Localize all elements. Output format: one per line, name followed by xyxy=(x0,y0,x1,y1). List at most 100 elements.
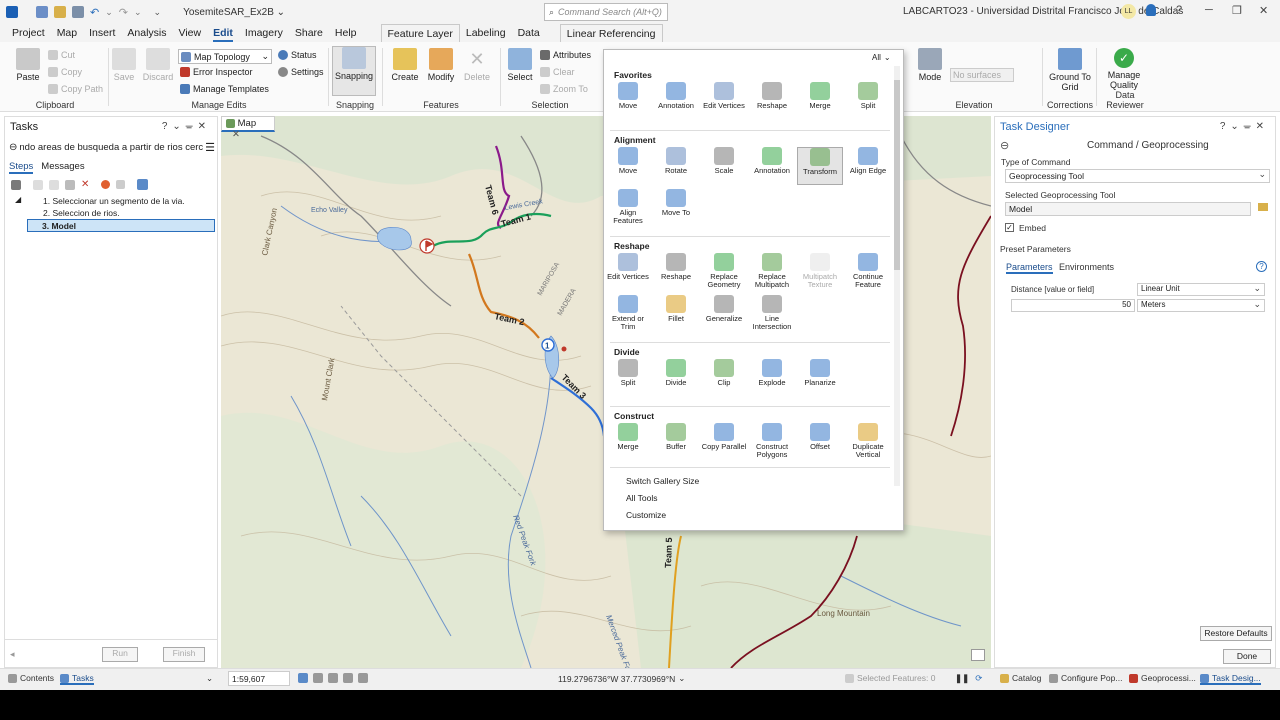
list-item[interactable]: 2. Seleccion de rios. xyxy=(9,207,215,219)
tab-analysis[interactable]: Analysis xyxy=(121,24,172,42)
gallery-scrollbar[interactable] xyxy=(894,66,900,486)
restore-defaults-button[interactable]: Restore Defaults xyxy=(1200,626,1272,641)
gallery-tool-multipatch-texture[interactable]: Multipatch Texture xyxy=(797,253,843,289)
gallery-tool-move[interactable]: Move xyxy=(605,147,651,175)
ground-to-grid-button[interactable]: Ground To Grid xyxy=(1048,48,1092,92)
gallery-tool-reshape[interactable]: Reshape xyxy=(749,82,795,110)
gallery-tool-edit-vertices[interactable]: Edit Vertices xyxy=(701,82,747,110)
unit-type-dropdown[interactable]: Linear Unit xyxy=(1137,283,1265,296)
gallery-tool-continue-feature[interactable]: Continue Feature xyxy=(845,253,891,289)
tab-imagery[interactable]: Imagery xyxy=(239,24,289,42)
catalog-tab[interactable]: Catalog xyxy=(1000,673,1041,683)
tab-labeling[interactable]: Labeling xyxy=(460,24,512,42)
type-of-command-dropdown[interactable]: Geoprocessing Tool xyxy=(1005,169,1270,183)
manage-quality-button[interactable]: ✓ Manage Quality xyxy=(1102,48,1146,90)
clear-button[interactable]: Clear xyxy=(540,67,575,77)
configure-popups-tab[interactable]: Configure Pop... xyxy=(1049,673,1122,683)
customize-toolbar-icon[interactable]: ⌄ xyxy=(154,7,162,18)
tab-project[interactable]: Project xyxy=(6,24,51,42)
pane-controls-icon[interactable]: ?⌄ᚚ✕ xyxy=(1220,121,1269,132)
settings-button[interactable]: Settings xyxy=(278,67,324,77)
scale-dropdown[interactable]: 1:59,607 xyxy=(228,671,290,686)
tab-steps[interactable]: Steps xyxy=(9,161,34,174)
cut-button[interactable]: Cut xyxy=(48,50,75,60)
task-menu-icon[interactable]: ☰ xyxy=(205,141,215,154)
switch-gallery-size-link[interactable]: Switch Gallery Size xyxy=(626,476,699,486)
gallery-tool-copy-parallel[interactable]: Copy Parallel xyxy=(701,423,747,451)
project-name[interactable]: YosemiteSAR_Ex2B ⌄ xyxy=(183,7,285,18)
gallery-tool-annotation[interactable]: Annotation xyxy=(653,82,699,110)
chevron-down-icon[interactable]: ⌄ xyxy=(206,673,213,684)
tab-edit[interactable]: Edit xyxy=(207,24,239,42)
delete-button[interactable]: ✕ Delete xyxy=(455,48,499,82)
help-button[interactable]: ? xyxy=(1176,4,1182,16)
gallery-tool-replace-geometry[interactable]: Replace Geometry xyxy=(701,253,747,289)
close-tab-icon[interactable]: ✕ xyxy=(232,129,240,140)
gallery-tool-scale[interactable]: Scale xyxy=(701,147,747,175)
gallery-tool-align-edge[interactable]: Align Edge xyxy=(845,147,891,175)
gallery-tool-rotate[interactable]: Rotate xyxy=(653,147,699,175)
gallery-tool-merge[interactable]: Merge xyxy=(605,423,651,451)
distance-unit-dropdown[interactable]: Meters xyxy=(1137,299,1265,312)
tasks-tab[interactable]: Tasks xyxy=(60,673,94,685)
tab-share[interactable]: Share xyxy=(289,24,329,42)
error-inspector-button[interactable]: Error Inspector xyxy=(180,67,253,77)
gallery-tool-line-intersection[interactable]: Line Intersection xyxy=(749,295,795,331)
tab-help[interactable]: Help xyxy=(329,24,363,42)
pause-icon[interactable]: ❚❚ xyxy=(955,673,969,684)
all-tools-link[interactable]: All Tools xyxy=(626,493,658,503)
back-arrow-icon[interactable]: ⊖ xyxy=(9,142,17,153)
copy-step-icon[interactable] xyxy=(49,179,59,190)
copy-button[interactable]: Copy xyxy=(48,67,82,77)
gallery-tool-reshape[interactable]: Reshape xyxy=(653,253,699,281)
notification-bell-icon[interactable] xyxy=(1146,4,1156,16)
customize-link[interactable]: Customize xyxy=(626,510,666,520)
attributes-button[interactable]: Attributes xyxy=(540,50,591,60)
tab-messages[interactable]: Messages xyxy=(41,161,84,174)
task-designer-tab[interactable]: Task Desig... xyxy=(1200,673,1261,685)
gallery-tool-divide[interactable]: Divide xyxy=(653,359,699,387)
open-project-icon[interactable] xyxy=(54,6,66,18)
grid-icon[interactable] xyxy=(298,673,308,683)
distance-input[interactable]: 50 xyxy=(1011,299,1135,312)
zoom-to-button[interactable]: Zoom To xyxy=(540,84,588,94)
scrollbar-thumb[interactable] xyxy=(894,80,900,270)
close-button[interactable]: ✕ xyxy=(1259,4,1268,17)
expand-icon[interactable]: ◢ xyxy=(15,195,21,204)
gallery-tool-replace-multipatch[interactable]: Replace Multipatch xyxy=(749,253,795,289)
undo-icon[interactable]: ↶ xyxy=(90,6,99,19)
undo-dropdown-icon[interactable]: ⌄ xyxy=(105,7,113,18)
fixed-zoom-icon[interactable] xyxy=(328,673,338,683)
status-button[interactable]: Status xyxy=(278,50,317,60)
folder-icon[interactable] xyxy=(1258,203,1268,211)
point-marker[interactable] xyxy=(561,346,567,352)
tab-data[interactable]: Data xyxy=(512,24,546,42)
gallery-tool-merge[interactable]: Merge xyxy=(797,82,843,110)
surfaces-dropdown[interactable]: No surfaces xyxy=(950,68,1014,82)
designer-icon[interactable] xyxy=(137,179,149,190)
minimize-button[interactable]: ─ xyxy=(1205,4,1213,16)
delete-step-icon[interactable]: ✕ xyxy=(81,179,89,190)
tab-environments[interactable]: Environments xyxy=(1059,262,1114,272)
tab-view[interactable]: View xyxy=(173,24,208,42)
map-topology-dropdown[interactable]: Map Topology ⌄ xyxy=(178,49,272,64)
redo-dropdown-icon[interactable]: ⌄ xyxy=(134,7,142,18)
run-button[interactable]: Run xyxy=(102,647,138,662)
pane-controls-icon[interactable]: ?⌄ᚚ✕ xyxy=(162,121,211,132)
gallery-tool-extend-or-trim[interactable]: Extend or Trim xyxy=(605,295,651,331)
avatar[interactable]: LL xyxy=(1121,4,1136,19)
embed-checkbox[interactable]: ✓ xyxy=(1005,223,1014,232)
list-item-selected[interactable]: 3. Model xyxy=(27,219,215,232)
gallery-tool-annotation[interactable]: Annotation xyxy=(749,147,795,175)
gallery-tool-explode[interactable]: Explode xyxy=(749,359,795,387)
gallery-tool-offset[interactable]: Offset xyxy=(797,423,843,451)
select-button[interactable]: Select xyxy=(498,48,542,82)
rotation-icon[interactable] xyxy=(343,673,353,683)
gallery-tool-generalize[interactable]: Generalize xyxy=(701,295,747,323)
paste-button[interactable]: Paste xyxy=(6,48,50,82)
manage-templates-button[interactable]: Manage Templates xyxy=(180,84,269,94)
refresh-icon[interactable] xyxy=(358,673,368,683)
folder-icon[interactable] xyxy=(33,179,43,190)
geoprocessing-tab[interactable]: Geoprocessi... xyxy=(1129,673,1196,683)
gallery-tool-planarize[interactable]: Planarize xyxy=(797,359,843,387)
